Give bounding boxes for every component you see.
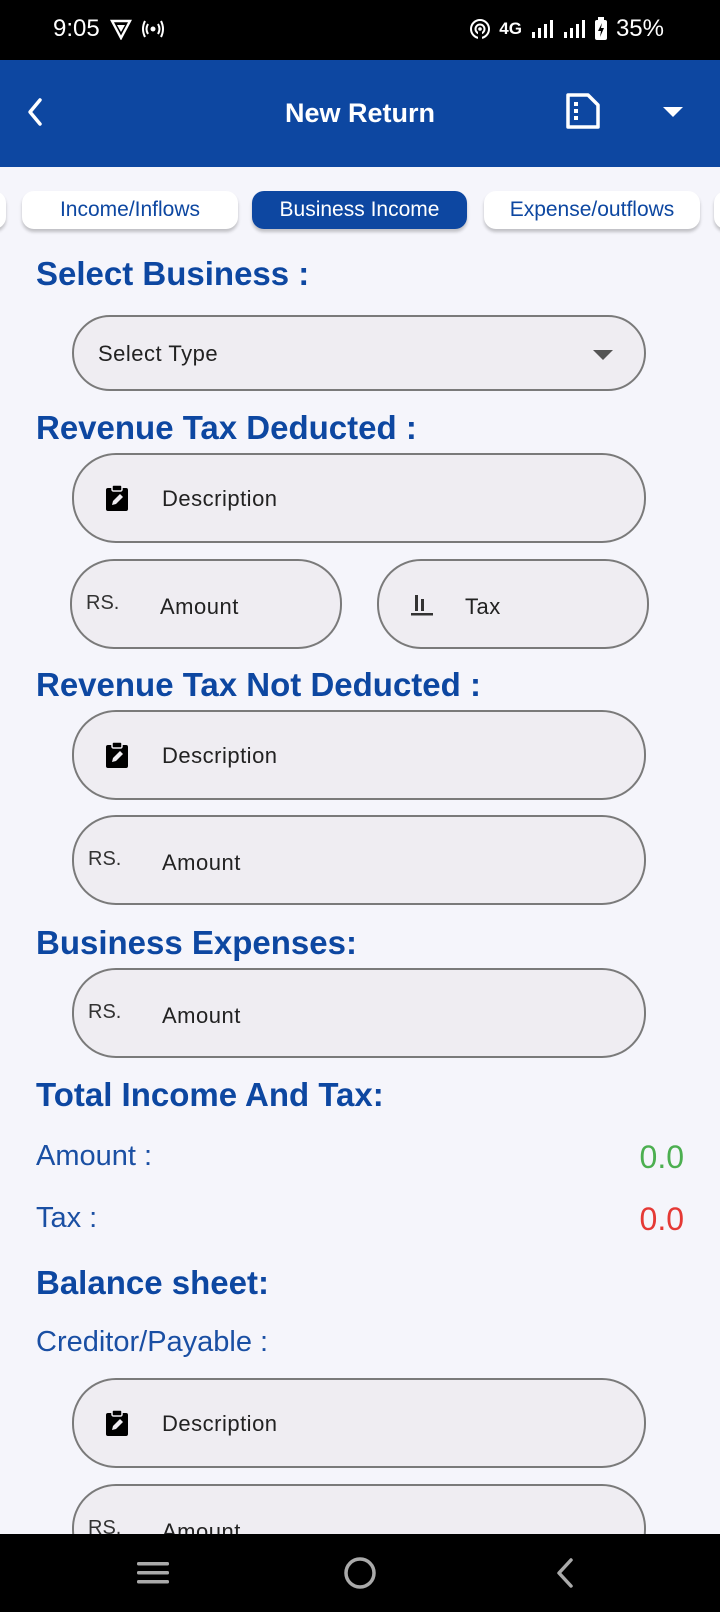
hotspot-icon [142,20,164,38]
creditor-payable-label: Creditor/Payable : [36,1326,269,1358]
app-bar: New Return [0,60,720,167]
home-icon[interactable] [343,1556,377,1590]
tab-next-partial[interactable] [714,191,720,229]
page-title: New Return [284,98,436,128]
tab-previous-partial[interactable] [0,191,6,229]
chevron-down-icon [593,350,613,360]
battery-percent: 35% [615,15,664,42]
tax-deducted-description-field[interactable]: Description [72,453,646,543]
dropdown-arrow-icon[interactable] [662,105,684,119]
currency-prefix: RS. [88,848,122,870]
bar-chart-icon [411,595,433,616]
tax-not-deducted-description-placeholder: Description [162,743,278,768]
wifi-calling-icon [470,19,491,39]
tax-deducted-tax-field[interactable]: Tax [377,559,649,649]
revenue-tax-deducted-title: Revenue Tax Deducted : [36,409,417,446]
battery-icon [594,17,607,40]
vpn-shield-icon [110,19,132,40]
currency-prefix: RS. [88,1001,122,1023]
total-tax-value: 0.0 [639,1201,684,1237]
creditor-description-placeholder: Description [162,1411,278,1436]
edit-clipboard-icon [106,742,128,768]
tab-business-income[interactable]: Business Income [252,191,467,229]
currency-prefix: RS. [86,592,120,614]
status-bar: 9:05 4G 35% [0,0,720,60]
network-type: 4G [499,19,522,38]
signal-icon-2 [563,20,585,38]
back-icon[interactable] [552,1556,578,1590]
tax-not-deducted-amount-field[interactable]: RS. Amount [72,815,646,905]
business-expenses-title: Business Expenses: [36,924,357,961]
tax-deducted-amount-field[interactable]: RS. Amount [70,559,342,649]
tab-expense-outflows[interactable]: Expense/outflows [484,191,700,229]
system-nav-bar [0,1534,720,1612]
tab-income-inflows[interactable]: Income/Inflows [22,191,238,229]
tab-bar: Income/Inflows Business Income Expense/o… [0,167,720,235]
tax-deducted-amount-placeholder: Amount [160,594,239,619]
total-income-tax-title: Total Income And Tax: [36,1076,384,1113]
tax-deducted-tax-placeholder: Tax [465,594,501,619]
select-type-placeholder: Select Type [98,341,219,366]
business-expenses-amount-placeholder: Amount [162,1003,241,1028]
status-time: 9:05 [53,15,100,42]
total-amount-label: Amount : [36,1140,153,1172]
edit-clipboard-icon [106,1410,128,1436]
select-type-dropdown[interactable]: Select Type [72,315,646,391]
edit-clipboard-icon [106,485,128,511]
total-tax-label: Tax : [36,1202,98,1234]
business-expenses-amount-field[interactable]: RS. Amount [72,968,646,1058]
recent-apps-icon[interactable] [136,1556,170,1590]
signal-icon [531,20,553,38]
total-amount-value: 0.0 [639,1139,684,1175]
balance-sheet-title: Balance sheet: [36,1264,269,1301]
creditor-description-field[interactable]: Description [72,1378,646,1468]
select-business-title: Select Business : [36,255,310,292]
tax-deducted-description-placeholder: Description [162,486,278,511]
tax-not-deducted-amount-placeholder: Amount [162,850,241,875]
revenue-tax-not-deducted-title: Revenue Tax Not Deducted : [36,666,481,703]
document-icon[interactable] [564,92,602,130]
status-right: 4G 35% [469,15,664,43]
tax-not-deducted-description-field[interactable]: Description [72,710,646,800]
